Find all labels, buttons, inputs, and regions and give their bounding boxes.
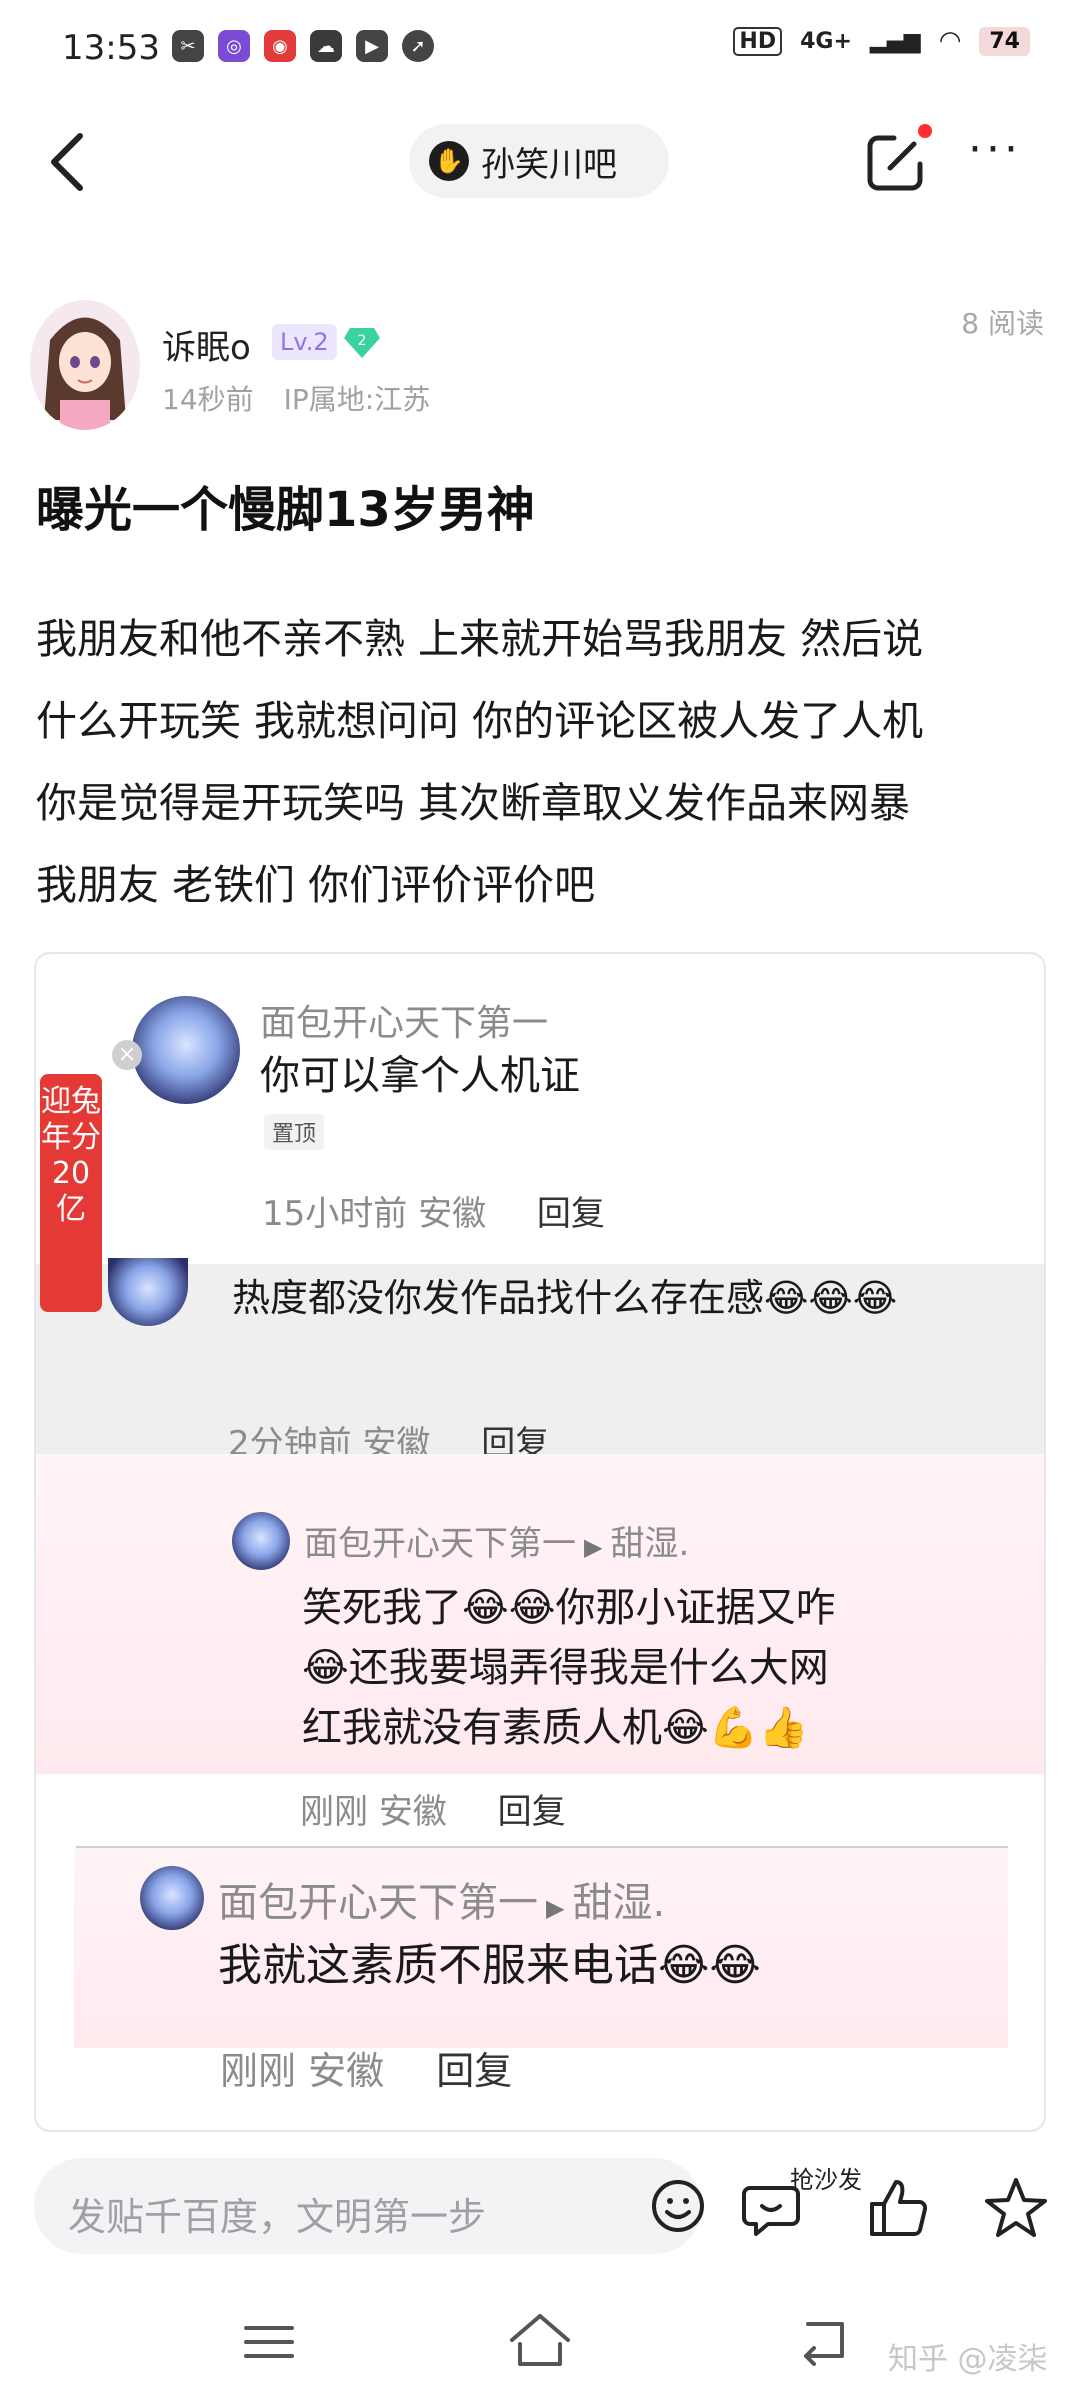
commenter-avatar [132, 996, 240, 1104]
forum-name: 孙笑川吧 [481, 144, 617, 185]
commenter-avatar [140, 1866, 204, 1930]
comment-meta: 刚刚 安徽 回复 [220, 2040, 512, 2095]
comment-time: 15小时前 [262, 1194, 408, 1234]
reply-arrow-icon: ▶ [584, 1533, 603, 1561]
close-icon[interactable]: × [112, 1040, 142, 1070]
comment-time: 刚刚 [300, 1792, 368, 1832]
more-options-icon[interactable]: ··· [960, 128, 1030, 180]
top-nav-bar: ✋ 孙笑川吧 ··· [0, 100, 1080, 224]
reply-arrow-icon: ▶ [546, 1894, 565, 1922]
author-avatar[interactable] [30, 300, 140, 430]
comment-meta: 刚刚 安徽 回复 [300, 1784, 566, 1833]
post-title: 曝光一个慢脚13岁男神 [36, 482, 535, 538]
sofa-label: 抢沙发 [790, 2166, 862, 2194]
post-time: 14秒前 [162, 383, 254, 416]
battery-level: 74 [979, 26, 1030, 56]
comment-text-line: 红我就没有素质人机😂💪👍 [302, 1705, 809, 1751]
network-type: 4G+ [800, 28, 852, 54]
app-notification-icon: ✂ [172, 30, 204, 62]
forum-avatar: ✋ [429, 141, 469, 181]
read-count: 8 阅读 [961, 307, 1044, 340]
post-body-line: 我朋友 老铁们 你们评价评价吧 [36, 861, 596, 909]
comment-location: 安徽 [378, 1792, 447, 1832]
side-banner[interactable]: 迎兔年分20亿 [40, 1074, 102, 1312]
wechat-icon: ☁ [310, 30, 342, 62]
comment-location: 安徽 [308, 2049, 385, 2093]
comment-text: 笑死我了😂😂你那小证据又咋 😂还我要塌弄得我是什么大网 红我就没有素质人机😂💪👍 [302, 1578, 835, 1758]
forum-chip[interactable]: ✋ 孙笑川吧 [409, 124, 669, 198]
notification-icons: ✂ ◎ ◉ ☁ ▶ ➚ [172, 30, 434, 62]
level-badge: Lv.2 [272, 324, 337, 360]
comment-text: 热度都没你发作品找什么存在感😂😂😂 [232, 1276, 898, 1320]
reply-to-name: 甜湿. [572, 1880, 666, 1926]
comment-meta: 15小时前 安徽 回复 [262, 1186, 605, 1235]
author-meta: 14秒前 IP属地:江苏 [162, 378, 430, 418]
system-indicators: HD 4G+ ▂▄▆ ◠ 74 [733, 26, 1030, 56]
post-body-line: 你是觉得是开玩笑吗 其次断章取义发作品来网暴 [36, 779, 911, 827]
embedded-screenshot[interactable]: 面包开心天下第一 你可以拿个人机证 置顶 15小时前 安徽 回复 热度都没你发作… [34, 952, 1046, 2132]
compass-icon: ➚ [402, 30, 434, 62]
system-nav-bar: 知乎 @凌柒 [0, 2276, 1080, 2404]
notification-dot [918, 124, 932, 138]
watermark: 知乎 @凌柒 [888, 2342, 1048, 2377]
comment-time: 刚刚 [220, 2049, 297, 2093]
status-bar: 13:53 ✂ ◎ ◉ ☁ ▶ ➚ HD 4G+ ▂▄▆ ◠ 74 [0, 0, 1080, 96]
edit-icon[interactable] [864, 132, 926, 194]
reply-button[interactable]: 回复 [498, 1792, 566, 1832]
commenter-name: 面包开心天下第一 [304, 1524, 576, 1564]
author-name[interactable]: 诉眠o [162, 320, 251, 369]
post-body: 我朋友和他不亲不熟 上来就开始骂我朋友 然后说 什么开玩笑 我就想问问 你的评论… [36, 598, 1056, 926]
comment-input[interactable]: 发贴千百度，文明第一步 [34, 2158, 704, 2254]
emoji-icon[interactable] [650, 2178, 706, 2234]
post-body-line: 什么开玩笑 我就想问问 你的评论区被人发了人机 [36, 697, 924, 745]
commenter-name: 面包开心天下第一 [260, 1003, 549, 1044]
reply-button[interactable]: 回复 [537, 1194, 605, 1234]
reply-button[interactable]: 回复 [436, 2049, 512, 2093]
reply-to-name: 甜湿. [610, 1524, 690, 1564]
home-icon[interactable] [508, 2310, 572, 2370]
menu-icon[interactable] [244, 2322, 294, 2362]
bottom-action-bar: 发贴千百度，文明第一步 抢沙发 [0, 2136, 1080, 2276]
comment-text: 我就这素质不服来电话😂😂 [218, 1940, 761, 1991]
commenter-name: 面包开心天下第一 [218, 1880, 538, 1926]
back-arrow-icon[interactable] [38, 130, 98, 194]
video-app-icon: ▶ [356, 30, 388, 62]
ip-location: IP属地:江苏 [283, 383, 431, 416]
hd-indicator: HD [733, 26, 783, 56]
commenter-avatar [232, 1512, 290, 1570]
back-nav-icon[interactable] [798, 2316, 850, 2366]
input-placeholder: 发贴千百度，文明第一步 [68, 2195, 487, 2239]
gem-badge-icon: 2 [344, 328, 380, 358]
gem-level: 2 [358, 333, 367, 349]
comment-text: 你可以拿个人机证 [260, 1053, 580, 1099]
reply-header: 面包开心天下第一 ▶ 甜湿. [304, 1516, 689, 1565]
like-icon[interactable] [866, 2176, 930, 2240]
app-notification-icon: ◎ [218, 30, 250, 62]
weibo-icon: ◉ [264, 30, 296, 62]
wifi-icon: ◠ [938, 26, 962, 56]
status-time: 13:53 [62, 28, 160, 68]
comment-text-line: 笑死我了😂😂你那小证据又咋 [302, 1585, 836, 1631]
comment-text-line: 😂还我要塌弄得我是什么大网 [302, 1645, 829, 1691]
comment-location: 安徽 [418, 1194, 487, 1234]
reply-header: 面包开心天下第一 ▶ 甜湿. [218, 1870, 665, 1928]
post-body-line: 我朋友和他不亲不熟 上来就开始骂我朋友 然后说 [36, 615, 924, 663]
star-icon[interactable] [984, 2176, 1048, 2240]
signal-icon: ▂▄▆ [869, 28, 921, 54]
pinned-badge: 置顶 [264, 1114, 325, 1150]
